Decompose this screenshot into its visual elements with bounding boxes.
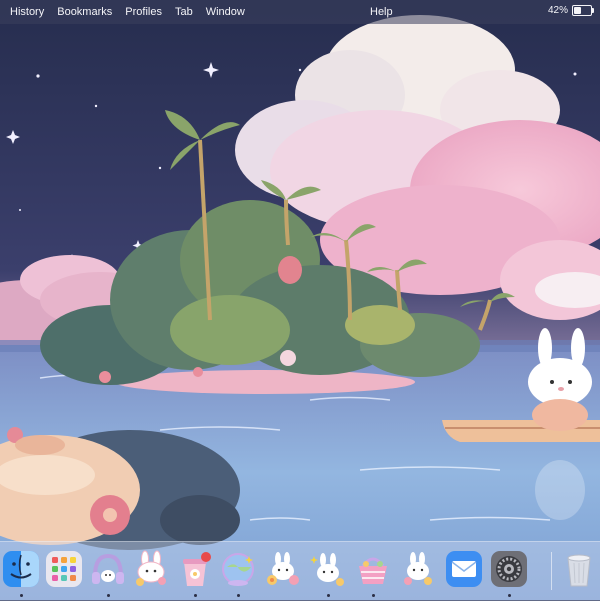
menu-window[interactable]: Window bbox=[206, 6, 245, 18]
battery-level bbox=[574, 7, 581, 14]
bunny-sticker-icon[interactable] bbox=[132, 550, 170, 590]
running-indicator bbox=[194, 594, 197, 597]
menu-tab[interactable]: Tab bbox=[175, 6, 193, 18]
desktop-wallpaper bbox=[0, 0, 600, 600]
running-indicator bbox=[107, 594, 110, 597]
running-indicator bbox=[372, 594, 375, 597]
launchpad-icon[interactable] bbox=[45, 550, 83, 590]
globe-icon[interactable] bbox=[219, 550, 257, 597]
mail-icon[interactable] bbox=[445, 550, 483, 590]
bunny-sparkle-icon[interactable] bbox=[309, 550, 347, 597]
battery-status[interactable]: 42% bbox=[547, 5, 594, 16]
dock bbox=[0, 541, 600, 601]
menu-help[interactable]: Help bbox=[370, 6, 393, 18]
menu-history[interactable]: History bbox=[10, 6, 44, 18]
battery-percent: 42% bbox=[547, 5, 568, 16]
running-indicator bbox=[327, 594, 330, 597]
battery-icon bbox=[572, 5, 594, 16]
system-settings-icon[interactable] bbox=[490, 550, 528, 597]
trash-icon[interactable] bbox=[560, 550, 598, 590]
menu-profiles[interactable]: Profiles bbox=[125, 6, 162, 18]
running-indicator bbox=[508, 594, 511, 597]
menu-bar-items: History Bookmarks Profiles Tab Window bbox=[0, 6, 258, 18]
menu-bar: History Bookmarks Profiles Tab Window He… bbox=[0, 0, 600, 24]
basket-icon[interactable] bbox=[354, 550, 392, 597]
headphones-bunny-icon[interactable] bbox=[89, 550, 127, 597]
finder-icon[interactable] bbox=[2, 550, 40, 597]
dock-separator bbox=[551, 552, 552, 590]
running-indicator bbox=[237, 594, 240, 597]
menu-bookmarks[interactable]: Bookmarks bbox=[57, 6, 112, 18]
bunny-flowers-icon[interactable] bbox=[264, 550, 302, 590]
bunny-flowers-2-icon[interactable] bbox=[399, 550, 437, 590]
running-indicator bbox=[20, 594, 23, 597]
cup-icon[interactable] bbox=[176, 550, 214, 597]
